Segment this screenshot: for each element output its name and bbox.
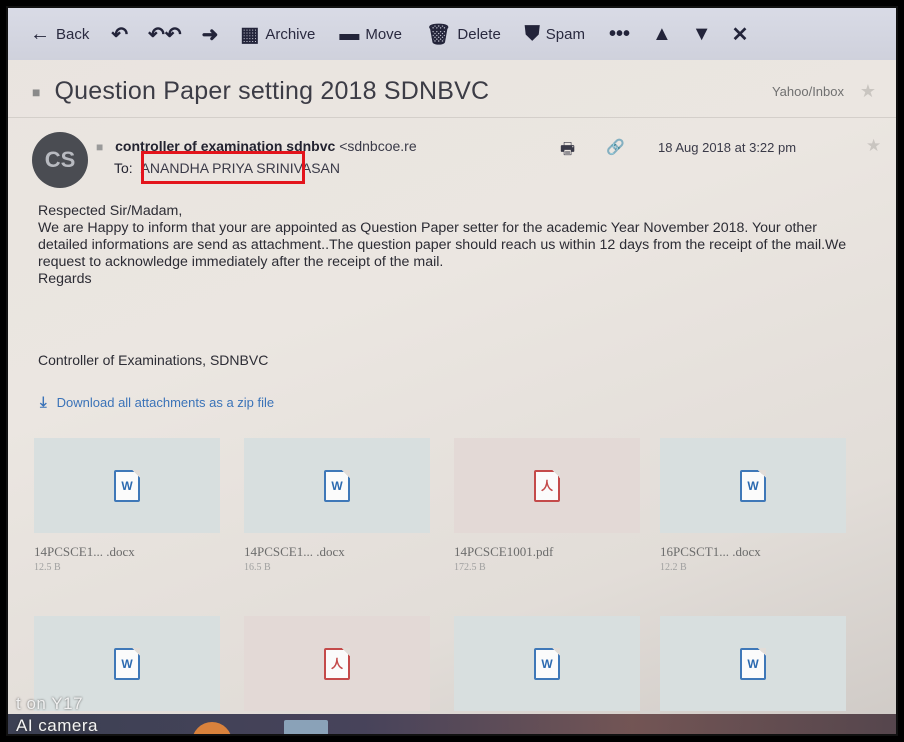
- taskbar-app-icon[interactable]: [284, 720, 328, 734]
- mail-toolbar: ← Back ↶ ↶↶ ➜ ▦ Archive ▬ Move 🗑 Delete …: [8, 8, 896, 60]
- trash-icon: 🗑: [426, 23, 452, 46]
- attachment-thumbnail: 人: [454, 438, 640, 533]
- back-label: Back: [56, 25, 90, 43]
- sender-email[interactable]: <sdnbcoe.re: [339, 138, 416, 154]
- previous-message-button[interactable]: ▲: [642, 8, 682, 60]
- word-document-icon: W: [740, 647, 766, 680]
- spam-button[interactable]: ⛊ Spam: [513, 8, 597, 60]
- download-icon: ⤓: [40, 394, 47, 411]
- forward-icon: ➜: [201, 23, 219, 46]
- close-button[interactable]: ✕: [722, 8, 759, 60]
- message-subject: Question Paper setting 2018 SDNBVC: [54, 77, 490, 105]
- more-icon: •••: [608, 22, 630, 45]
- word-document-icon: W: [740, 469, 766, 502]
- message-date: 18 Aug 2018 at 3:22 pm: [658, 140, 797, 155]
- word-document-icon: W: [114, 647, 140, 680]
- forward-button[interactable]: ➜: [192, 8, 229, 60]
- reply-button[interactable]: ↶: [101, 8, 138, 60]
- star-icon[interactable]: ★: [860, 81, 876, 102]
- attachment-thumbnail: W: [34, 438, 220, 533]
- attachment-name: 16PCSCT1... .docx: [660, 544, 761, 559]
- attachment-size: 172.5 B: [454, 562, 486, 573]
- attachment-card[interactable]: W 16PCSCT1... .docx 12.2 B: [660, 438, 846, 592]
- to-label: To:: [114, 160, 133, 176]
- paperclip-icon[interactable]: 🔗: [606, 138, 625, 156]
- subject-row: ■ Question Paper setting 2018 SDNBVC Yah…: [8, 66, 896, 118]
- message-body-text: Respected Sir/Madam, We are Happy to inf…: [38, 203, 847, 287]
- camera-watermark-model: t on Y17: [16, 694, 84, 713]
- next-message-button[interactable]: ▼: [682, 8, 722, 60]
- attachment-card[interactable]: W 14PCSCE1... .docx 12.5 B: [34, 438, 220, 592]
- message-body: Respected Sir/Madam, We are Happy to inf…: [38, 203, 868, 288]
- reply-all-icon: ↶↶: [148, 23, 182, 46]
- folder-icon: ▬: [339, 22, 360, 45]
- download-all-link[interactable]: ⤓ Download all attachments as a zip file: [40, 394, 274, 411]
- camera-watermark-label: AI camera: [16, 716, 98, 735]
- download-all-label: Download all attachments as a zip file: [56, 395, 275, 410]
- close-icon: ✕: [731, 23, 749, 46]
- attachment-name: 14PCSCE1... .docx: [244, 544, 345, 559]
- more-button[interactable]: •••: [597, 8, 642, 60]
- bullet-icon: ■: [96, 140, 104, 154]
- message-signature: Controller of Examinations, SDNBVC: [38, 352, 269, 368]
- photo-frame: ← Back ↶ ↶↶ ➜ ▦ Archive ▬ Move 🗑 Delete …: [6, 6, 898, 736]
- shield-icon: ⛊: [524, 22, 540, 45]
- attachment-size: 16.5 B: [244, 562, 271, 573]
- attachment-thumbnail: W: [660, 616, 846, 711]
- attachment-size: 12.2 B: [660, 562, 687, 573]
- move-label: Move: [365, 25, 403, 43]
- reply-all-button[interactable]: ↶↶: [138, 8, 192, 60]
- back-button[interactable]: ← Back: [18, 8, 101, 60]
- word-document-icon: W: [324, 469, 350, 502]
- attachment-thumbnail: W: [660, 438, 846, 533]
- attachment-thumbnail: 人: [244, 616, 430, 711]
- os-taskbar: [8, 714, 896, 734]
- avatar: CS: [32, 132, 88, 188]
- message-star-icon[interactable]: ★: [866, 136, 881, 156]
- attachment-card[interactable]: 人 14PCSCE1001.pdf 172.5 B: [454, 438, 640, 592]
- word-document-icon: W: [534, 647, 560, 680]
- attachment-name: 14PCSCE1... .docx: [34, 544, 135, 559]
- caret-up-icon: ▲: [651, 22, 672, 45]
- attachment-card[interactable]: W 14PCSCE1... .docx 16.5 B: [244, 438, 430, 592]
- delete-button[interactable]: 🗑 Delete: [414, 8, 513, 60]
- reply-icon: ↶: [111, 23, 129, 46]
- print-icon[interactable]: 🖶: [560, 138, 575, 165]
- archive-icon: ▦: [240, 23, 260, 46]
- archive-button[interactable]: ▦ Archive: [228, 8, 327, 60]
- spam-label: Spam: [545, 25, 585, 43]
- word-document-icon: W: [114, 469, 140, 502]
- arrow-left-icon: ←: [30, 22, 50, 45]
- caret-down-icon: ▼: [691, 22, 712, 45]
- move-button[interactable]: ▬ Move: [327, 8, 414, 60]
- pdf-document-icon: 人: [324, 647, 350, 680]
- folder-label[interactable]: Yahoo/Inbox: [772, 84, 844, 99]
- pdf-document-icon: 人: [534, 469, 560, 502]
- attachment-size: 12.5 B: [34, 562, 61, 573]
- attachment-name: 14PCSCE1001.pdf: [454, 544, 554, 559]
- collapse-bullet-icon[interactable]: ■: [32, 84, 40, 100]
- attachment-thumbnail: W: [454, 616, 640, 711]
- archive-label: Archive: [265, 25, 316, 43]
- highlight-annotation: [141, 151, 305, 184]
- attachment-thumbnail: W: [244, 438, 430, 533]
- delete-label: Delete: [457, 25, 501, 43]
